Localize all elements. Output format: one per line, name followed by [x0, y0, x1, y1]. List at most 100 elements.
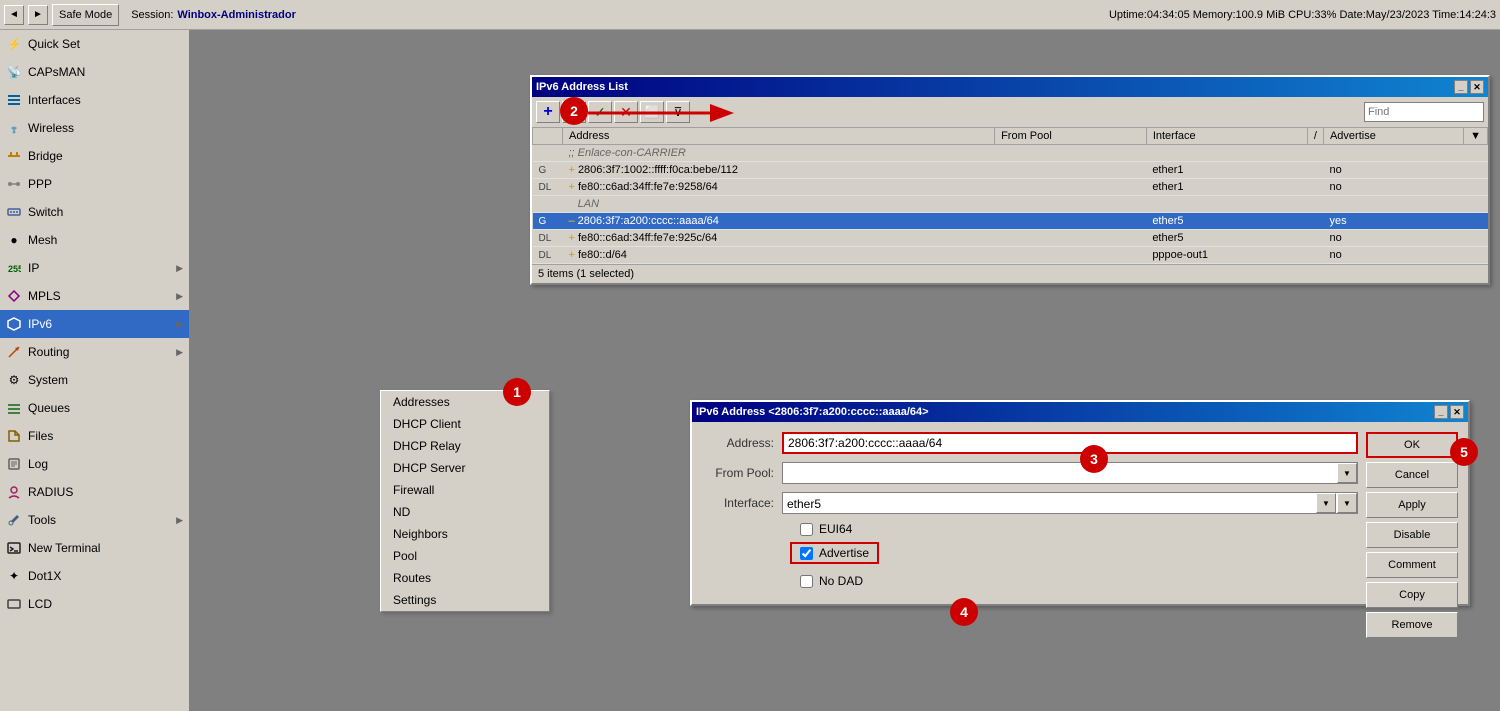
from-pool-cell	[995, 213, 1147, 230]
sidebar-item-tools[interactable]: Tools ▶	[0, 506, 189, 534]
flag-cell: G	[533, 162, 563, 179]
top-bar-left: ◄ ► Safe Mode Session: Winbox-Administra…	[4, 4, 296, 26]
interfaces-icon	[6, 92, 22, 108]
capsman-icon: 📡	[6, 64, 22, 80]
add-btn[interactable]: +	[536, 101, 560, 123]
address-cell: +fe80::c6ad:34ff:fe7e:925c/64	[563, 230, 995, 247]
from-pool-value	[783, 463, 1337, 483]
interface-cell: pppoe-out1	[1146, 247, 1307, 264]
table-row[interactable]: LAN	[533, 196, 1488, 213]
interface-select[interactable]: ether5 ▼ ▼	[782, 492, 1358, 514]
interface-search-arrow[interactable]: ▼	[1337, 493, 1357, 513]
submenu-item-firewall[interactable]: Firewall	[381, 479, 549, 501]
back-btn[interactable]: ◄	[4, 5, 24, 25]
submenu-item-dhcp-server[interactable]: DHCP Server	[381, 457, 549, 479]
submenu-item-addresses[interactable]: Addresses	[381, 391, 549, 413]
advertise-cell: no	[1323, 230, 1463, 247]
sidebar-item-wireless[interactable]: Wireless	[0, 114, 189, 142]
table-row[interactable]: DL +fe80::c6ad:34ff:fe7e:9258/64 ether1 …	[533, 179, 1488, 196]
sidebar-item-label: RADIUS	[28, 485, 183, 499]
sidebar-item-radius[interactable]: RADIUS	[0, 478, 189, 506]
flag-cell: G	[533, 213, 563, 230]
sidebar-item-mesh[interactable]: ● Mesh	[0, 226, 189, 254]
table-container: Address From Pool Interface / Advertise …	[532, 128, 1488, 264]
from-pool-cell	[995, 230, 1147, 247]
switch-icon	[6, 204, 22, 220]
advertise-checkbox[interactable]	[800, 547, 813, 560]
sidebar-item-label: Dot1X	[28, 569, 183, 583]
minimize-detail-btn[interactable]: _	[1434, 405, 1448, 419]
no-dad-checkbox[interactable]	[800, 575, 813, 588]
comment-button[interactable]: Comment	[1366, 552, 1458, 578]
submenu-item-routes[interactable]: Routes	[381, 567, 549, 589]
submenu-item-pool[interactable]: Pool	[381, 545, 549, 567]
sidebar-item-log[interactable]: Log	[0, 450, 189, 478]
address-cell: +fe80::c6ad:34ff:fe7e:9258/64	[563, 179, 995, 196]
sidebar-item-label: PPP	[28, 177, 183, 191]
sidebar-item-ipv6[interactable]: IPv6 ▶	[0, 310, 189, 338]
sidebar-item-quick-set[interactable]: ⚡ Quick Set	[0, 30, 189, 58]
sidebar-item-mpls[interactable]: MPLS ▶	[0, 282, 189, 310]
copy-btn[interactable]: ⬜	[640, 101, 664, 123]
queues-icon	[6, 400, 22, 416]
from-pool-cell	[995, 179, 1147, 196]
sidebar-item-ip[interactable]: 255 IP ▶	[0, 254, 189, 282]
sidebar-item-capsman[interactable]: 📡 CAPsMAN	[0, 58, 189, 86]
eui64-label: EUI64	[819, 522, 852, 536]
safe-mode-btn[interactable]: Safe Mode	[52, 4, 119, 26]
sidebar-item-queues[interactable]: Queues	[0, 394, 189, 422]
forward-btn[interactable]: ►	[28, 5, 48, 25]
col-advertise: Advertise	[1323, 128, 1463, 145]
interface-cell: ether5	[1146, 230, 1307, 247]
from-pool-select[interactable]: ▼	[782, 462, 1358, 484]
interface-dropdown-arrow[interactable]: ▼	[1316, 493, 1336, 513]
table-row[interactable]: G +2806:3f7:1002::ffff:f0ca:bebe/112 eth…	[533, 162, 1488, 179]
minimize-btn[interactable]: _	[1454, 80, 1468, 94]
eui64-checkbox[interactable]	[800, 523, 813, 536]
submenu-item-nd[interactable]: ND	[381, 501, 549, 523]
address-input[interactable]	[782, 432, 1358, 454]
main-layout: ⚡ Quick Set 📡 CAPsMAN Interfaces Wireles…	[0, 30, 1500, 711]
find-input[interactable]	[1364, 102, 1484, 122]
sidebar-item-new-terminal[interactable]: New Terminal	[0, 534, 189, 562]
sidebar-item-label: IP	[28, 261, 170, 275]
sidebar-item-routing[interactable]: Routing ▶	[0, 338, 189, 366]
copy-button[interactable]: Copy	[1366, 582, 1458, 608]
apply-button[interactable]: Apply	[1366, 492, 1458, 518]
filter-btn[interactable]: ⊽	[666, 101, 690, 123]
submenu-item-dhcp-client[interactable]: DHCP Client	[381, 413, 549, 435]
sidebar-item-files[interactable]: Files	[0, 422, 189, 450]
sidebar-item-ppp[interactable]: PPP	[0, 170, 189, 198]
interface-value: ether5	[783, 493, 1316, 513]
remove-btn[interactable]: −	[562, 101, 586, 123]
cancel-button[interactable]: Cancel	[1366, 462, 1458, 488]
remove-button[interactable]: Remove	[1366, 612, 1458, 638]
table-row[interactable]: ;; Enlace-con-CARRIER	[533, 145, 1488, 162]
no-dad-label: No DAD	[819, 574, 863, 588]
sidebar-item-system[interactable]: ⚙ System	[0, 366, 189, 394]
sidebar-item-label: Wireless	[28, 121, 183, 135]
sidebar-item-dot1x[interactable]: ✦ Dot1X	[0, 562, 189, 590]
close-detail-btn[interactable]: ✕	[1450, 405, 1464, 419]
submenu-item-neighbors[interactable]: Neighbors	[381, 523, 549, 545]
ipv6-submenu: Addresses DHCP Client DHCP Relay DHCP Se…	[380, 390, 550, 612]
from-pool-arrow[interactable]: ▼	[1337, 463, 1357, 483]
disable-button[interactable]: Disable	[1366, 522, 1458, 548]
table-row[interactable]: DL +fe80::c6ad:34ff:fe7e:925c/64 ether5 …	[533, 230, 1488, 247]
submenu-item-settings[interactable]: Settings	[381, 589, 549, 611]
disable-btn[interactable]: ✕	[614, 101, 638, 123]
sidebar-item-lcd[interactable]: LCD	[0, 590, 189, 618]
close-btn[interactable]: ✕	[1470, 80, 1484, 94]
col-dropdown[interactable]: ▼	[1464, 128, 1488, 145]
sidebar-item-label: New Terminal	[28, 541, 183, 555]
ipv6-detail-title: IPv6 Address <2806:3f7:a200:cccc::aaaa/6…	[696, 406, 929, 418]
submenu-item-dhcp-relay[interactable]: DHCP Relay	[381, 435, 549, 457]
table-row[interactable]: DL +fe80::d/64 pppoe-out1 no	[533, 247, 1488, 264]
table-row[interactable]: G –2806:3f7:a200:cccc::aaaa/64 ether5 ye…	[533, 213, 1488, 230]
enable-btn[interactable]: ✓	[588, 101, 612, 123]
sidebar-item-interfaces[interactable]: Interfaces	[0, 86, 189, 114]
sidebar-item-switch[interactable]: Switch	[0, 198, 189, 226]
sidebar-item-bridge[interactable]: Bridge	[0, 142, 189, 170]
flag-cell: DL	[533, 230, 563, 247]
ok-button[interactable]: OK	[1366, 432, 1458, 458]
